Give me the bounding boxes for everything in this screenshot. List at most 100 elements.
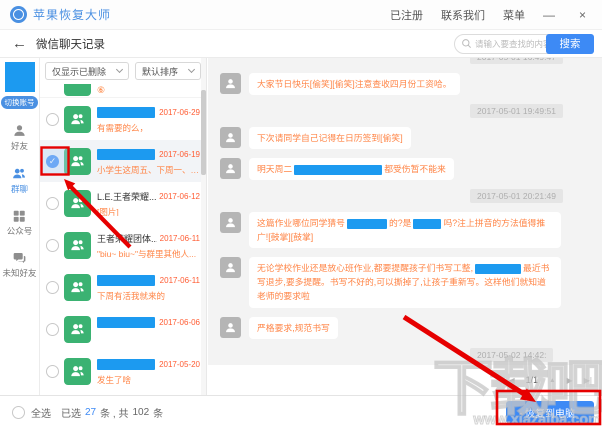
group-name: L.E.王者荣耀... — [97, 192, 157, 202]
menu-button[interactable]: 菜单 — [503, 7, 525, 23]
group-avatar — [64, 189, 91, 217]
list-item[interactable]: 2017-06-11 下周有活我就来的 — [40, 266, 206, 308]
list-item[interactable]: 2017-06-06 — [40, 308, 206, 350]
chat-transcript-panel: 2017-05-01 16:49:47 大家节日快乐[偷笑][偷笑]注意查收四月份… — [208, 58, 602, 395]
group-avatar — [64, 357, 91, 385]
page-indicator: 1/1 — [525, 375, 539, 385]
search-input[interactable] — [475, 38, 549, 49]
row-radio[interactable] — [46, 112, 59, 126]
selection-bottom-bar: 全选 已选 27 条 , 共 102 条 恢复到电脑 — [0, 395, 602, 428]
sidebar-item-official-accounts[interactable]: 公众号 — [6, 209, 33, 237]
contact-us-link[interactable]: 联系我们 — [441, 7, 485, 23]
last-message-date: 2017-06-12 — [159, 192, 200, 201]
last-message-preview: 小学生这周五、下周一、周... — [97, 164, 200, 174]
list-scrollbar-track[interactable] — [201, 58, 206, 395]
sender-avatar — [220, 257, 241, 279]
count-suffix: 条 — [153, 408, 164, 420]
list-item[interactable]: L.E.王者荣耀... 2017-06-12 [图片] — [40, 182, 206, 224]
row-radio[interactable] — [46, 364, 59, 378]
sidebar-item-label: 公众号 — [6, 226, 33, 236]
censored-text-block — [413, 218, 442, 229]
recover-to-pc-button[interactable]: 恢复到电脑 — [506, 401, 594, 423]
sender-avatar — [220, 316, 241, 338]
chevron-down-icon — [187, 65, 196, 74]
clipped-list-item[interactable]: ⑥ — [40, 84, 206, 98]
list-item[interactable]: 2017-05-20 发生了啥 — [40, 350, 206, 392]
official-account-grid-icon — [14, 210, 26, 222]
sidebar-item-friends[interactable]: 好友 — [11, 123, 28, 152]
app-logo-icon — [10, 6, 27, 23]
list-item[interactable]: ✓ 2017-06-19 小学生这周五、下周一、周... — [40, 140, 206, 182]
list-item[interactable]: 2017-06-29 有需要的么， — [40, 98, 206, 140]
friend-person-icon — [14, 125, 25, 136]
title-bar: 苹果恢复大师 已注册 联系我们 菜单 — × — [0, 0, 602, 30]
sender-avatar — [220, 212, 241, 234]
select-all-radio[interactable] — [12, 405, 25, 419]
last-message-date: 2017-06-06 — [159, 318, 200, 327]
count-middle: 条 , 共 — [100, 408, 129, 420]
message-bubble: 明天周二 都受伤暂不能来 — [249, 158, 454, 181]
message-bubble: 无论学校作业还是放心班作业,都要提醒孩子们书写工整, 最近书写退步,要多提醒。书写… — [249, 257, 561, 308]
censored-name-block — [97, 107, 155, 118]
group-avatar — [64, 105, 91, 133]
list-item[interactable]: 王者荣耀团体... 2017-06-11 "biu~ biu~"与群里其他人... — [40, 224, 206, 266]
sender-avatar — [220, 127, 241, 149]
search-box[interactable] — [454, 33, 558, 54]
message-timestamp: 2017-05-01 20:21:49 — [470, 189, 563, 204]
chat-message: 无论学校作业还是放心班作业,都要提醒孩子们书写工整, 最近书写退步,要多提醒。书写… — [220, 257, 590, 308]
censored-text-block — [346, 218, 387, 229]
row-radio[interactable] — [46, 238, 59, 252]
last-message-date: 2017-06-29 — [159, 108, 200, 117]
sender-avatar — [220, 73, 241, 94]
chat-message: 下次请同学自己记得在日历签到[偷笑] — [220, 127, 590, 150]
sort-order-dropdown[interactable]: 默认排序 — [135, 62, 201, 80]
sidebar-item-label: 未知好友 — [2, 268, 37, 278]
group-people-icon — [71, 240, 84, 251]
sidebar-item-group-chat[interactable]: 群聊 — [11, 166, 28, 195]
total-count: 102 — [132, 406, 150, 418]
row-radio[interactable] — [46, 196, 59, 210]
selected-label: 已选 — [61, 408, 81, 420]
person-icon — [226, 263, 235, 273]
list-scrollbar-thumb[interactable] — [201, 90, 206, 175]
group-avatar — [64, 315, 91, 343]
prev-page-icon[interactable]: ◀ — [509, 376, 515, 385]
close-button[interactable]: × — [579, 8, 586, 22]
last-message-date: 2017-06-11 — [159, 276, 200, 285]
last-message-preview: 发生了啥 — [97, 374, 132, 384]
back-arrow-icon[interactable]: ← — [12, 36, 27, 51]
switch-account-button[interactable]: 切换账号 — [1, 96, 38, 109]
last-page-icon[interactable]: ▶| — [584, 376, 592, 385]
sort-dropdown-label: 默认排序 — [142, 66, 179, 77]
chat-message: 大家节日快乐[偷笑][偷笑]注意查收四月份工资哈。 — [220, 73, 590, 96]
row-checkbox-checked[interactable]: ✓ — [46, 154, 59, 168]
select-all-label[interactable]: 全选 — [31, 405, 51, 420]
chat-group-list: 2017-06-29 有需要的么， ✓ 2017-06-19 小学生这周五、下周一、周.… — [40, 98, 206, 392]
last-message-preview: 有需要的么， — [97, 122, 149, 132]
show-deleted-filter-dropdown[interactable]: 仅显示已删除 — [45, 62, 129, 80]
search-button[interactable]: 搜索 — [546, 33, 594, 54]
filter-dropdown-label: 仅显示已删除 — [52, 66, 107, 77]
censored-name-block — [97, 317, 155, 328]
last-message-date: 2017-06-11 — [159, 234, 200, 243]
next-page-icon[interactable]: ▶ — [567, 376, 573, 385]
selected-count: 27 — [85, 406, 97, 418]
last-message-preview — [97, 332, 200, 342]
sender-avatar — [220, 158, 241, 180]
message-bubble: 下次请同学自己记得在日历签到[偷笑] — [249, 127, 411, 150]
group-avatar — [64, 231, 91, 259]
app-window: 苹果恢复大师 已注册 联系我们 菜单 — × ← 微信聊天记录 搜索 切换账号 … — [0, 0, 602, 428]
chat-message: 严格要求,规范书写 — [220, 316, 590, 339]
row-radio[interactable] — [46, 322, 59, 336]
row-radio[interactable] — [46, 280, 59, 294]
group-name: 王者荣耀团体... — [97, 234, 157, 244]
registered-status[interactable]: 已注册 — [390, 7, 423, 23]
message-timestamp: 2017-05-01 16:49:47 — [470, 58, 563, 64]
group-people-icon — [71, 156, 84, 167]
sidebar-item-unknown-friends[interactable]: 未知好友 — [2, 251, 37, 279]
page-dropdown-icon[interactable]: ▲ — [549, 377, 555, 384]
account-avatar[interactable] — [4, 62, 35, 92]
minimize-button[interactable]: — — [543, 8, 555, 22]
sidebar: 切换账号 好友 群聊 公众号 未知好友 — [0, 58, 40, 395]
app-title: 苹果恢复大师 — [33, 8, 112, 22]
